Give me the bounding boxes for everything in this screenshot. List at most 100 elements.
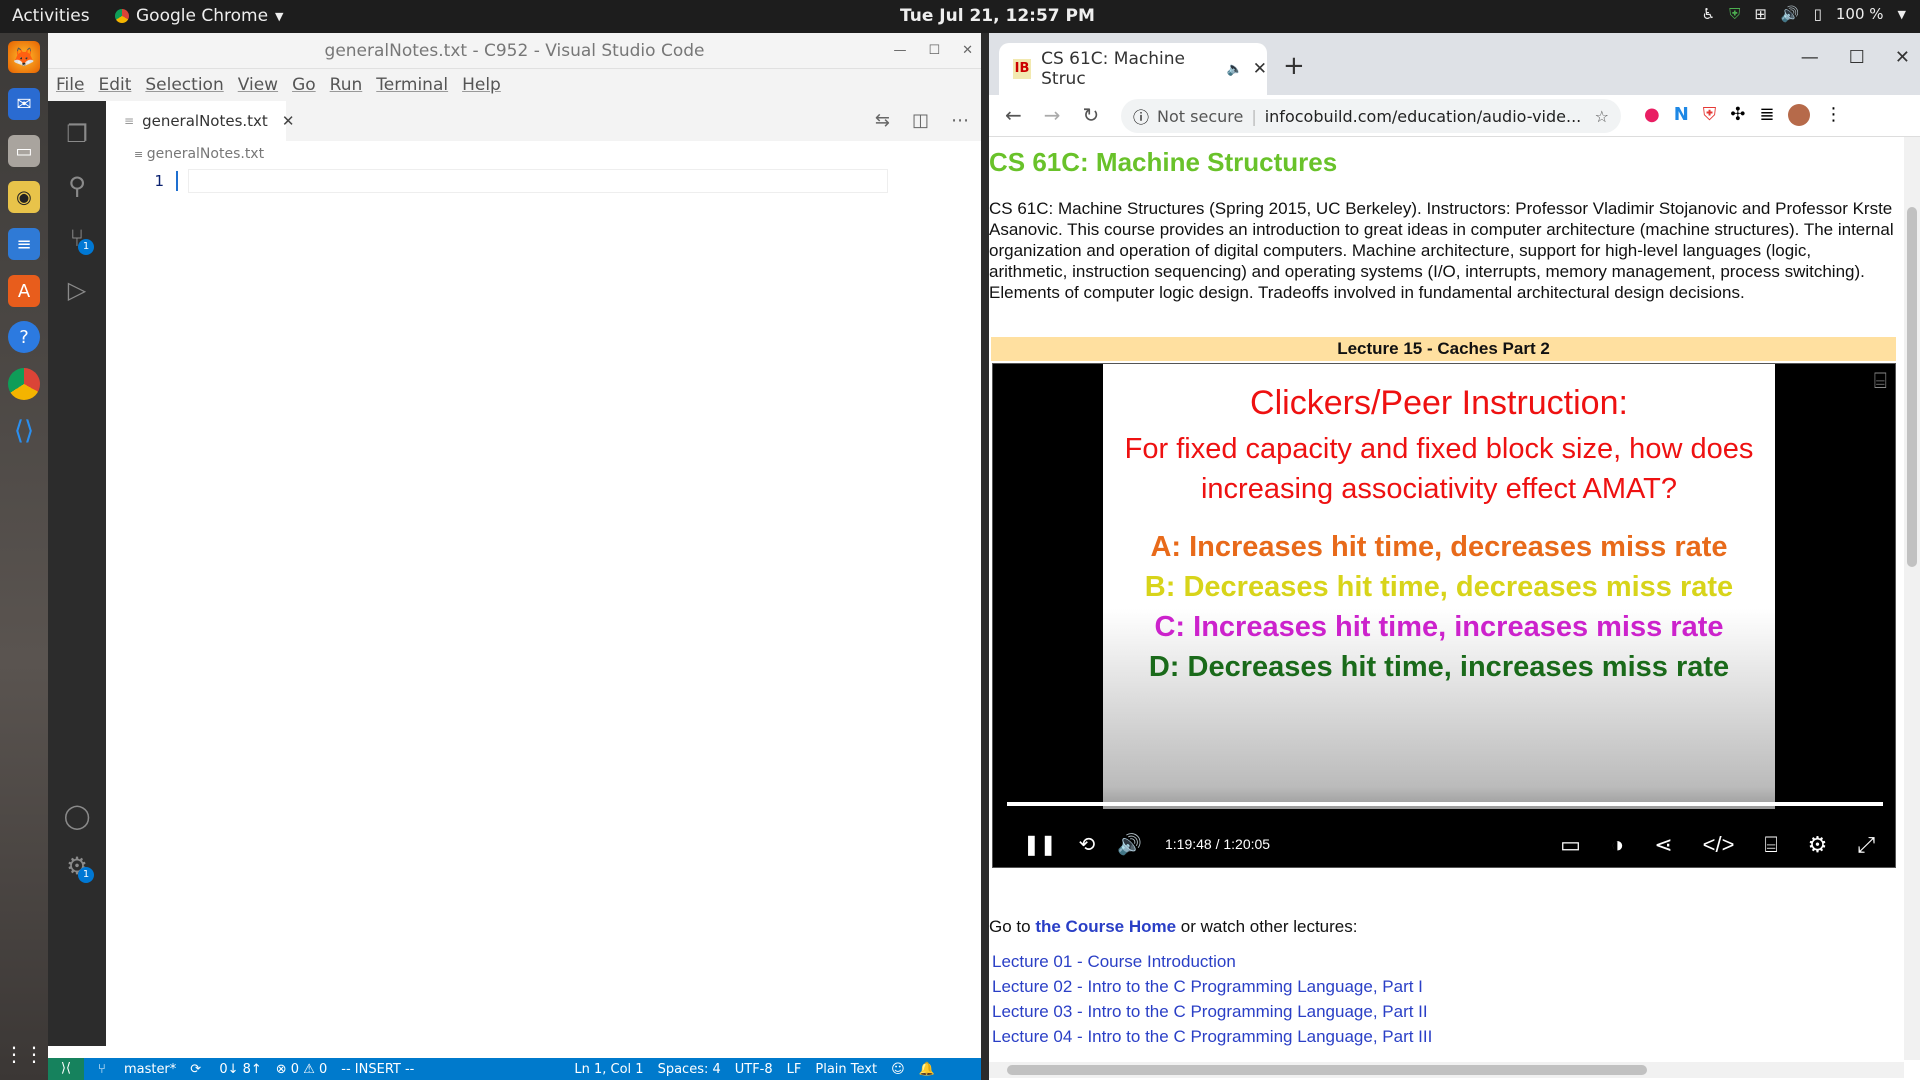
menu-help[interactable]: Help bbox=[462, 75, 501, 95]
tab-generalnotes[interactable]: ≡ generalNotes.txt ✕ bbox=[106, 101, 294, 141]
close-icon[interactable]: ✕ bbox=[962, 33, 973, 69]
archive-icon[interactable]: ⌸ bbox=[1764, 832, 1777, 858]
branch-status[interactable]: ⑂ master* bbox=[98, 1062, 176, 1077]
extension-shield-icon[interactable]: ⛨ bbox=[1703, 104, 1717, 126]
extension-red-icon[interactable]: ● bbox=[1644, 104, 1660, 126]
explorer-icon[interactable]: ❐ bbox=[62, 119, 92, 149]
horizontal-scrollbar[interactable] bbox=[989, 1062, 1904, 1078]
app-menu[interactable]: Google Chrome ▼ bbox=[115, 6, 284, 26]
close-icon[interactable]: ✕ bbox=[1895, 47, 1910, 68]
close-tab-icon[interactable]: ✕ bbox=[282, 112, 295, 130]
indentation[interactable]: Spaces: 4 bbox=[658, 1062, 721, 1077]
volume-icon[interactable]: 🔊 bbox=[1117, 832, 1142, 857]
menu-run[interactable]: Run bbox=[330, 75, 363, 95]
address-bar[interactable]: ⓘ Not secure | infocobuild.com/education… bbox=[1121, 99, 1621, 133]
run-debug-icon[interactable]: ▷ bbox=[62, 275, 92, 305]
problems-status[interactable]: ⊗ 0 ⚠ 0 bbox=[276, 1062, 328, 1077]
menu-view[interactable]: View bbox=[238, 75, 278, 95]
archive-icon[interactable]: ⌸ bbox=[1874, 368, 1887, 394]
search-icon[interactable]: ⚲ bbox=[62, 171, 92, 201]
network-icon[interactable]: ⊞ bbox=[1754, 5, 1767, 23]
lecture-link[interactable]: Lecture 01 - Course Introduction bbox=[992, 949, 1432, 974]
new-tab-icon[interactable]: + bbox=[1283, 51, 1305, 81]
info-icon[interactable]: ⓘ bbox=[1133, 104, 1149, 128]
clock[interactable]: Tue Jul 21, 12:57 PM bbox=[900, 6, 1095, 26]
fullscreen-icon[interactable]: ⤢ bbox=[1857, 832, 1875, 858]
rhythmbox-icon[interactable]: ◉ bbox=[8, 181, 40, 213]
feedback-icon[interactable]: ☺ bbox=[891, 1062, 905, 1077]
volume-icon[interactable]: 🔊 bbox=[1781, 5, 1800, 23]
rewind-icon[interactable]: ⟲ bbox=[1079, 832, 1096, 857]
editor-line[interactable]: 1 bbox=[106, 169, 981, 193]
menu-go[interactable]: Go bbox=[292, 75, 316, 95]
remote-icon[interactable]: ⟩⟨ bbox=[48, 1058, 84, 1080]
media-control-icon[interactable]: ≣ bbox=[1759, 104, 1774, 126]
star-icon[interactable]: ☆ bbox=[1595, 107, 1609, 126]
maximize-icon[interactable]: ☐ bbox=[1849, 47, 1865, 68]
battery-icon[interactable]: ▯ bbox=[1814, 5, 1822, 23]
maximize-icon[interactable]: ☐ bbox=[928, 33, 940, 69]
share-icon[interactable]: ⋖ bbox=[1654, 832, 1672, 858]
lecture-link[interactable]: Lecture 04 - Intro to the C Programming … bbox=[992, 1024, 1432, 1049]
end-of-line[interactable]: LF bbox=[787, 1062, 802, 1077]
help-icon[interactable]: ? bbox=[8, 321, 40, 353]
activities-button[interactable]: Activities bbox=[12, 6, 90, 26]
avatar[interactable] bbox=[1788, 104, 1811, 126]
editor-area[interactable]: ≡ generalNotes.txt ✕ ⇆ ◫ ⋯ ≡ generalNote… bbox=[106, 101, 981, 1046]
source-control-icon[interactable]: ⑂ 1 bbox=[62, 223, 94, 255]
scroll-thumb[interactable] bbox=[1907, 207, 1917, 567]
airplay-icon[interactable]: ▭ bbox=[1560, 832, 1581, 858]
lecture-link[interactable]: Lecture 03 - Intro to the C Programming … bbox=[992, 999, 1432, 1024]
encoding[interactable]: UTF-8 bbox=[735, 1062, 773, 1077]
minimize-icon[interactable]: — bbox=[1801, 47, 1819, 68]
firefox-icon[interactable]: 🦊 bbox=[8, 41, 40, 73]
chevron-down-icon[interactable]: ▼ bbox=[1898, 8, 1906, 21]
kebab-menu-icon[interactable]: ⋮ bbox=[1824, 104, 1842, 126]
close-tab-icon[interactable]: ✕ bbox=[1253, 59, 1267, 79]
chrome-icon[interactable] bbox=[8, 368, 40, 400]
audio-icon[interactable]: 🔈 bbox=[1227, 62, 1243, 77]
vscode-icon[interactable]: ⟨⟩ bbox=[8, 415, 40, 447]
back-icon[interactable]: ← bbox=[1005, 103, 1022, 127]
accessibility-icon[interactable]: ♿ bbox=[1702, 5, 1715, 23]
course-home-link[interactable]: the Course Home bbox=[1035, 917, 1176, 936]
split-editor-icon[interactable]: ◫ bbox=[912, 110, 929, 131]
gear-icon[interactable]: ⚙ bbox=[1808, 832, 1828, 858]
menu-edit[interactable]: Edit bbox=[98, 75, 131, 95]
lecture-link[interactable]: Lecture 02 - Intro to the C Programming … bbox=[992, 974, 1432, 999]
forward-icon[interactable]: → bbox=[1044, 103, 1061, 127]
account-icon[interactable]: ◯ bbox=[62, 801, 92, 831]
thunderbird-icon[interactable]: ✉ bbox=[8, 88, 40, 120]
more-actions-icon[interactable]: ⋯ bbox=[951, 110, 969, 131]
writer-icon[interactable]: ≡ bbox=[8, 228, 40, 260]
window-title-bar[interactable]: generalNotes.txt - C952 - Visual Studio … bbox=[48, 33, 981, 69]
minimize-icon[interactable]: — bbox=[893, 33, 906, 69]
menu-file[interactable]: File bbox=[56, 75, 84, 95]
seek-bar[interactable] bbox=[1007, 802, 1883, 806]
reload-icon[interactable]: ↻ bbox=[1083, 103, 1100, 127]
menu-terminal[interactable]: Terminal bbox=[376, 75, 448, 95]
embed-icon[interactable]: </> bbox=[1703, 832, 1735, 858]
menu-selection[interactable]: Selection bbox=[145, 75, 223, 95]
contrast-icon[interactable]: ◑ bbox=[1611, 832, 1624, 858]
cursor-position[interactable]: Ln 1, Col 1 bbox=[574, 1062, 643, 1077]
bell-icon[interactable]: 🔔 bbox=[919, 1062, 935, 1077]
gear-icon[interactable]: ⚙ 1 bbox=[62, 851, 94, 883]
software-icon[interactable]: A bbox=[8, 275, 40, 307]
sync-status[interactable]: ⟳ 0↓ 8↑ bbox=[190, 1062, 262, 1077]
language-mode[interactable]: Plain Text bbox=[815, 1062, 877, 1077]
video-player[interactable]: ⌸ Clickers/Peer Instruction: For fixed c… bbox=[992, 363, 1896, 868]
apps-grid-icon[interactable]: ⋮⋮ bbox=[4, 1038, 44, 1070]
open-changes-icon[interactable]: ⇆ bbox=[875, 110, 890, 131]
pause-icon[interactable]: ❚❚ bbox=[1023, 832, 1057, 857]
vpn-shield-icon[interactable]: ⛨ bbox=[1729, 5, 1740, 23]
extension-n-icon[interactable]: N bbox=[1674, 104, 1689, 126]
puzzle-icon[interactable]: ✣ bbox=[1730, 104, 1745, 126]
goto-suffix: or watch other lectures: bbox=[1176, 917, 1358, 936]
system-tray[interactable]: ♿ ⛨ ⊞ 🔊 ▯ 100 % ▼ bbox=[1702, 5, 1906, 23]
browser-tab[interactable]: IB CS 61C: Machine Struc 🔈 ✕ bbox=[999, 43, 1267, 95]
scroll-thumb[interactable] bbox=[1007, 1065, 1647, 1075]
vertical-scrollbar[interactable] bbox=[1904, 137, 1920, 1060]
breadcrumb[interactable]: ≡ generalNotes.txt bbox=[106, 141, 981, 167]
files-icon[interactable]: ▭ bbox=[8, 135, 40, 167]
